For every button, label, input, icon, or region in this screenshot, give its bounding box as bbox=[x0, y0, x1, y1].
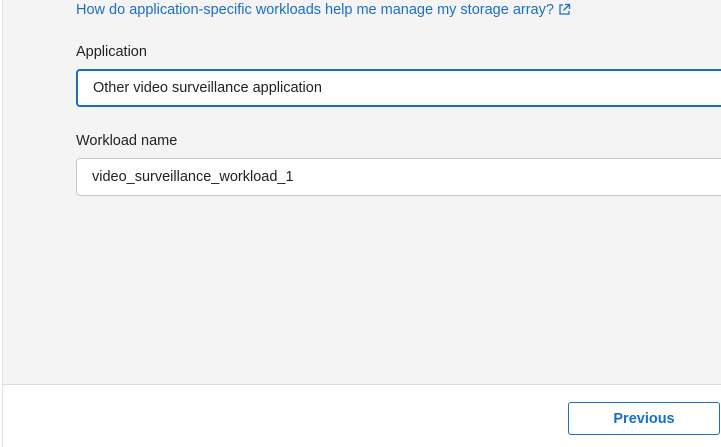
wizard-footer: Previous bbox=[3, 385, 721, 447]
previous-button[interactable]: Previous bbox=[568, 402, 720, 435]
workload-name-input[interactable]: video_surveillance_workload_1 bbox=[76, 158, 721, 196]
application-selected-value: Other video surveillance application bbox=[93, 80, 322, 96]
workload-name-label: Workload name bbox=[76, 133, 178, 149]
workload-help-link-text[interactable]: How do application-specific workloads he… bbox=[76, 2, 554, 18]
application-select[interactable]: Other video surveillance application bbox=[76, 69, 721, 107]
wizard-window: How do application-specific workloads he… bbox=[0, 0, 721, 447]
workload-help-link[interactable]: How do application-specific workloads he… bbox=[76, 2, 571, 20]
wizard-content-panel: How do application-specific workloads he… bbox=[3, 0, 721, 385]
application-label: Application bbox=[76, 44, 147, 60]
workload-name-value: video_surveillance_workload_1 bbox=[92, 169, 294, 185]
external-link-icon bbox=[558, 3, 571, 20]
